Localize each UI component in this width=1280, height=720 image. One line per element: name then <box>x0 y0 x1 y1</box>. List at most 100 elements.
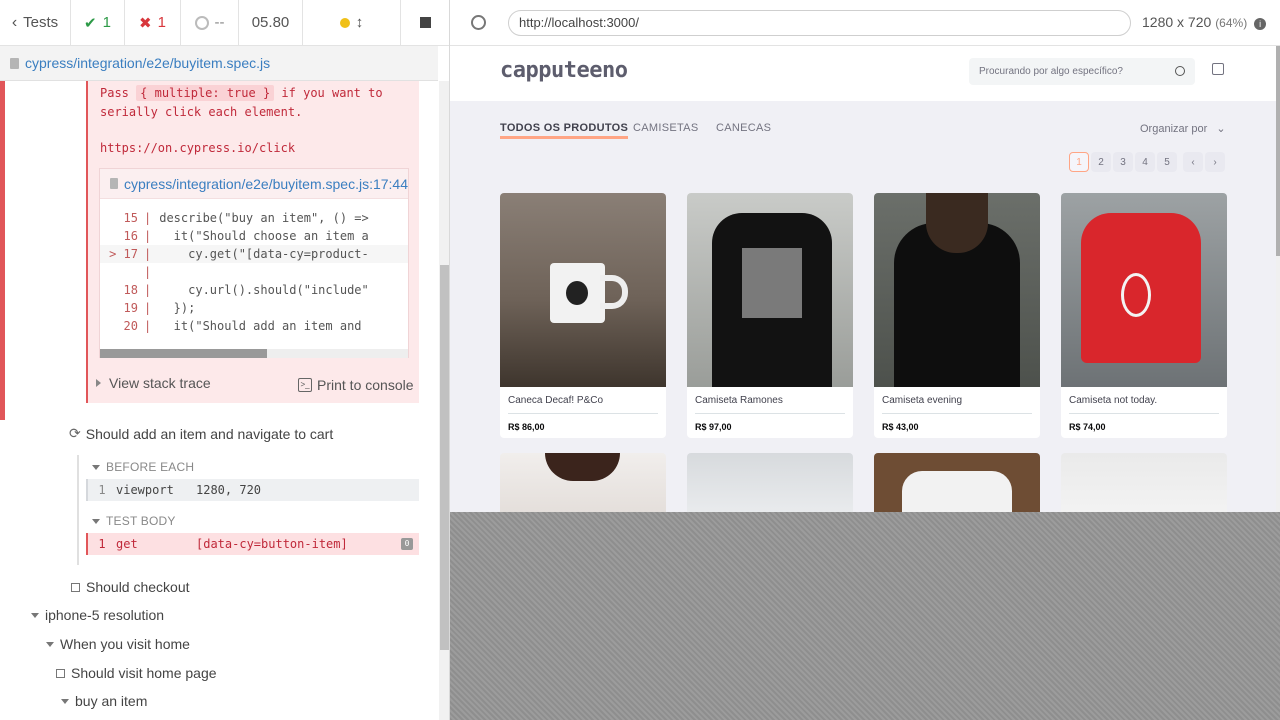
stop-icon <box>419 17 431 28</box>
code-line: 15 | describe("buy an item", () => <box>100 209 408 227</box>
code-line-number: 20 <box>123 319 138 333</box>
product-card[interactable]: Camiseta Ramones R$ 97,00 <box>687 193 853 438</box>
crosshair-icon[interactable] <box>471 15 486 30</box>
product-card[interactable] <box>687 453 853 512</box>
product-card[interactable] <box>874 453 1040 512</box>
app-scroll-thumb[interactable] <box>1276 46 1280 256</box>
prev-page-button[interactable]: ‹ <box>1183 152 1203 172</box>
product-name: Camiseta evening <box>882 395 963 406</box>
error-line-2: serially click each element. <box>100 105 303 119</box>
product-card[interactable] <box>500 453 666 512</box>
command-get[interactable]: 1 get [data-cy=button-item] 0 <box>86 533 419 555</box>
page-button[interactable]: 5 <box>1157 152 1177 172</box>
next-page-button[interactable]: › <box>1205 152 1225 172</box>
error-chip: { multiple: true } <box>136 85 275 101</box>
viewport-size[interactable]: 1280 x 720 (64%) i <box>1142 14 1267 30</box>
code-line-number: 18 <box>123 283 138 297</box>
pending-box-icon <box>56 668 65 678</box>
code-text: describe("buy an item", () => <box>159 211 369 225</box>
view-stack-trace-button[interactable]: View stack trace <box>96 375 211 391</box>
product-card[interactable] <box>1061 453 1227 512</box>
auto-scroll-toggle[interactable]: ↕ <box>303 0 401 45</box>
suite-title: iphone-5 resolution <box>45 607 165 623</box>
code-text: it("Should add an item and <box>159 319 362 333</box>
search-input[interactable]: Procurando por algo específico? <box>969 58 1195 85</box>
hook-label: TEST BODY <box>106 514 176 528</box>
product-card[interactable]: Camiseta evening R$ 43,00 <box>874 193 1040 438</box>
sort-label: Organizar por <box>1140 123 1208 135</box>
product-price: R$ 43,00 <box>882 422 919 432</box>
duration: 05.80 <box>239 0 303 45</box>
product-card[interactable]: Caneca Decaf! P&Co R$ 86,00 <box>500 193 666 438</box>
product-price: R$ 74,00 <box>1069 422 1106 432</box>
arrows-vertical-icon: ↕ <box>355 14 364 31</box>
stop-button[interactable] <box>401 0 449 45</box>
chevron-down-icon <box>31 612 39 618</box>
command-number: 1 <box>98 483 106 497</box>
url-input[interactable]: http://localhost:3000/ <box>508 10 1131 36</box>
sort-dropdown[interactable]: Organizar por ⌄ <box>1140 122 1226 135</box>
suite-visit-home[interactable]: When you visit home <box>46 636 190 652</box>
pending-circle-icon <box>194 15 209 30</box>
tab-all-products[interactable]: TODOS OS PRODUTOS <box>500 122 629 139</box>
page-button[interactable]: 1 <box>1069 152 1089 172</box>
x-icon: ✖ <box>139 14 152 32</box>
product-price: R$ 97,00 <box>695 422 732 432</box>
test-checkout[interactable]: Should checkout <box>71 579 190 595</box>
shop-logo[interactable]: capputeeno <box>500 58 628 83</box>
suite-buy-item[interactable]: buy an item <box>61 693 147 709</box>
tab-mugs[interactable]: CANECAS <box>716 122 771 134</box>
test-reporter: ‹ Tests ✔ 1 ✖ 1 -- 05.80 ↕ cypress/integ… <box>0 0 450 720</box>
hook-label: BEFORE EACH <box>106 460 195 474</box>
horizontal-scroll-thumb[interactable] <box>100 349 267 358</box>
suite-iphone[interactable]: iphone-5 resolution <box>31 607 164 623</box>
test-title: Should add an item and navigate to cart <box>85 425 334 442</box>
duration-value: 05.80 <box>251 14 290 31</box>
docs-link[interactable]: https://on.cypress.io/click <box>100 139 295 157</box>
product-name: Camiseta not today. <box>1069 395 1158 406</box>
tab-shirts[interactable]: CAMISETAS <box>633 122 698 134</box>
print-label: Print to console <box>317 377 414 393</box>
code-gutter: | <box>144 265 152 279</box>
page-button[interactable]: 4 <box>1135 152 1155 172</box>
product-price: R$ 86,00 <box>508 422 545 432</box>
code-gutter: | <box>144 301 152 315</box>
search-placeholder: Procurando por algo específico? <box>979 66 1123 77</box>
code-gutter: | <box>144 211 152 225</box>
suite-title: When you visit home <box>60 636 190 652</box>
refresh-icon: ⟳ <box>69 425 81 441</box>
chevron-down-icon <box>61 698 69 704</box>
code-frame-file[interactable]: cypress/integration/e2e/buyitem.spec.js:… <box>100 169 408 199</box>
test-add-item-cart[interactable]: ⟳ Should add an item and navigate to car… <box>69 425 333 442</box>
test-body-hook[interactable]: TEST BODY <box>92 514 176 528</box>
divider <box>508 413 658 414</box>
error-text: Pass <box>100 86 129 100</box>
page-button[interactable]: 3 <box>1113 152 1133 172</box>
code-line-number: 15 <box>123 211 138 225</box>
page-button[interactable]: 2 <box>1091 152 1111 172</box>
divider <box>695 413 845 414</box>
command-number: 1 <box>98 537 106 551</box>
code-line-number: 19 <box>123 301 138 315</box>
code-frame: cypress/integration/e2e/buyitem.spec.js:… <box>99 168 409 358</box>
command-arg: 1280, 720 <box>196 483 262 497</box>
spec-file-link[interactable]: cypress/integration/e2e/buyitem.spec.js <box>25 55 270 71</box>
failed-value: 1 <box>157 14 166 31</box>
command-viewport[interactable]: 1 viewport 1280, 720 <box>86 479 419 501</box>
product-card[interactable]: Camiseta not today. R$ 74,00 <box>1061 193 1227 438</box>
before-each-hook[interactable]: BEFORE EACH <box>92 460 194 474</box>
product-image <box>687 193 853 387</box>
test-visit-home[interactable]: Should visit home page <box>56 665 217 681</box>
code-line-number: > 17 <box>109 247 138 261</box>
failed-test-indicator <box>0 81 5 420</box>
spec-file-bar: cypress/integration/e2e/buyitem.spec.js <box>0 46 438 81</box>
reporter-scroll-thumb[interactable] <box>440 265 449 650</box>
print-to-console-button[interactable]: >_ Print to console <box>298 377 414 393</box>
hair-shape <box>926 193 988 253</box>
product-image <box>500 193 666 387</box>
cart-icon[interactable] <box>1212 63 1224 75</box>
code-text: cy.url().should("include" <box>159 283 369 297</box>
tests-back-button[interactable]: ‹ Tests <box>0 0 71 45</box>
app-under-test: capputeeno Procurando por algo específic… <box>450 46 1280 512</box>
chevron-down-icon <box>46 641 54 647</box>
